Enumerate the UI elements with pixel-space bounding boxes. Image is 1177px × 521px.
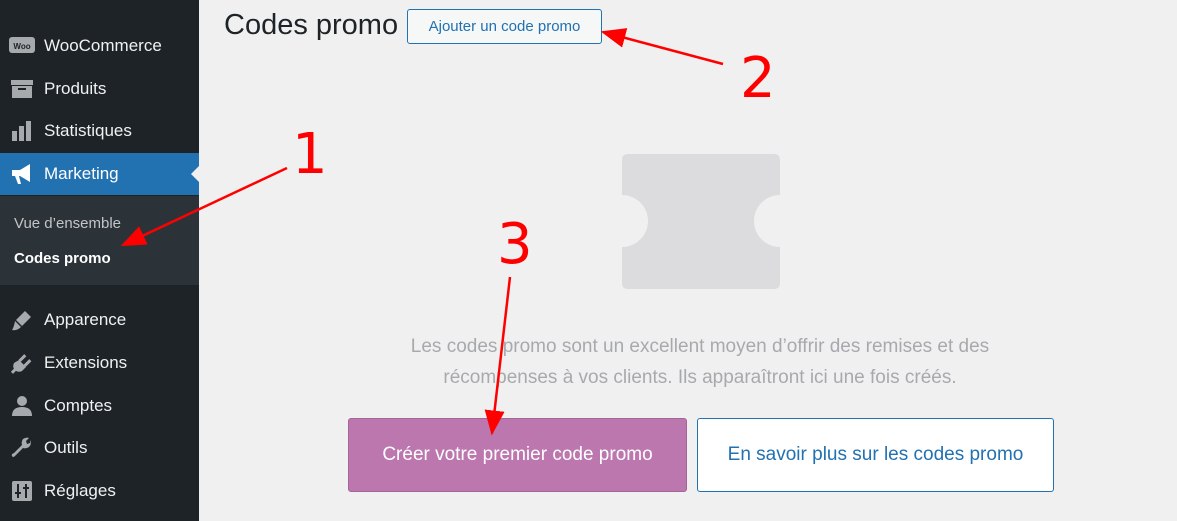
admin-sidebar: Woo WooCommerce Produits Statistiques Ma… [0,0,199,521]
annotation-number-1: 1 [292,122,328,187]
empty-state-text: Les codes promo sont un excellent moyen … [350,331,1050,393]
sidebar-item-reglages[interactable]: Réglages [0,470,199,512]
add-coupon-button[interactable]: Ajouter un code promo [407,9,602,44]
sidebar-item-label: Outils [44,438,88,457]
sidebar-item-statistiques[interactable]: Statistiques [0,110,199,152]
sidebar-item-extensions[interactable]: Extensions [0,342,199,384]
sidebar-item-label: WooCommerce [44,36,162,55]
sidebar-item-label: Produits [44,79,107,98]
empty-state-line-1: Les codes promo sont un excellent moyen … [410,336,990,357]
sidebar-item-label: Apparence [44,310,127,329]
sidebar-item-label: Extensions [44,353,128,372]
megaphone-icon [0,163,44,185]
sidebar-item-woocommerce[interactable]: Woo WooCommerce [0,25,199,67]
sidebar-item-label: Comptes [44,396,113,415]
annotation-number-2: 2 [740,46,776,111]
learn-more-coupons-button[interactable]: En savoir plus sur les codes promo [697,418,1054,492]
woocommerce-icon: Woo [0,36,44,56]
sidebar-item-apparence[interactable]: Apparence [0,299,199,341]
paintbrush-icon [0,309,44,331]
coupon-ticket-icon [622,154,780,289]
user-icon [0,395,44,417]
sidebar-item-label: Marketing [44,164,119,183]
submenu-item-codes-promo[interactable]: Codes promo [14,250,111,267]
bar-chart-icon [0,121,44,141]
create-first-coupon-button[interactable]: Créer votre premier code promo [348,418,687,492]
sidebar-item-label: Statistiques [44,121,132,140]
submenu-item-vue-ensemble[interactable]: Vue d’ensemble [14,215,121,232]
wrench-icon [0,437,44,459]
sidebar-item-comptes[interactable]: Comptes [0,385,199,427]
marketing-submenu: Vue d’ensemble Codes promo [0,196,199,285]
archive-icon [0,80,44,98]
annotation-arrow-2 [600,28,724,66]
sidebar-item-outils[interactable]: Outils [0,427,199,469]
annotation-number-3: 3 [497,212,533,277]
empty-state-line-2: récompenses à vos clients. Ils apparaîtr… [443,367,957,388]
woo-badge-text: Woo [13,42,30,51]
sidebar-item-label: Réglages [44,481,116,500]
sidebar-item-marketing[interactable]: Marketing [0,153,199,195]
sidebar-item-produits[interactable]: Produits [0,68,199,110]
plug-icon [0,352,44,374]
page-title: Codes promo [224,9,399,41]
settings-sliders-icon [0,480,44,502]
